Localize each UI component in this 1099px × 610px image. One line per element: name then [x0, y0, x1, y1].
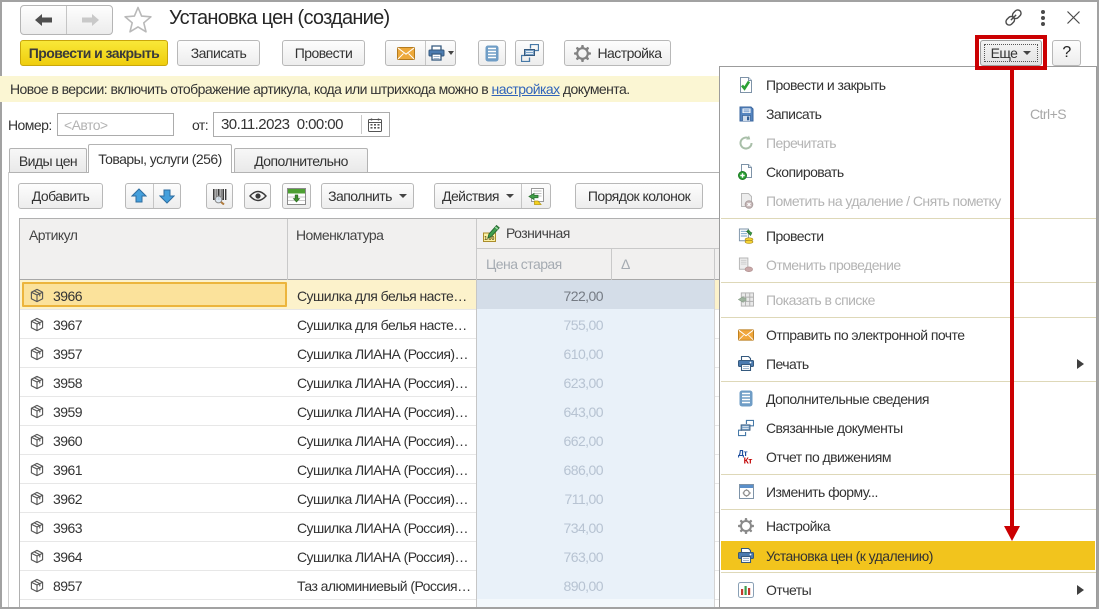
svg-text:Кт: Кт — [744, 456, 753, 465]
